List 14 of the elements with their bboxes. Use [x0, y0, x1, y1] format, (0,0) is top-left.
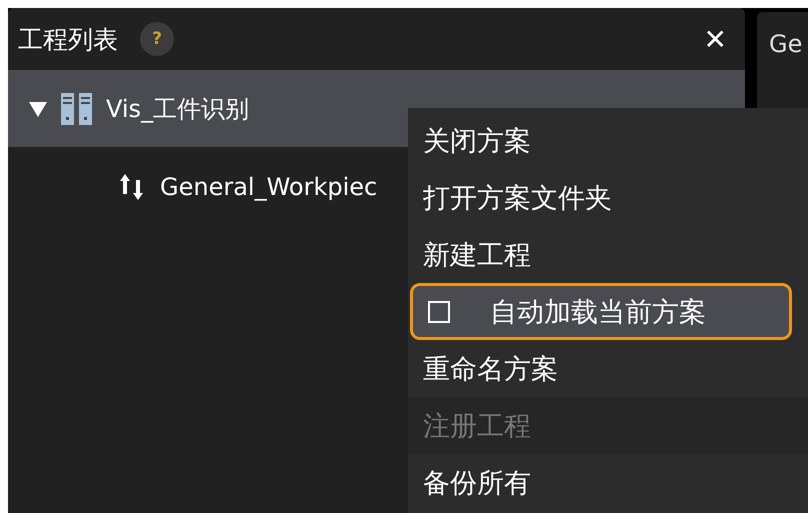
panel-tab[interactable]: Ge	[769, 30, 802, 58]
binder-icon	[60, 92, 94, 126]
menu-item[interactable]: 重命名方案	[408, 340, 808, 397]
menu-item[interactable]: 打开方案文件夹	[408, 169, 808, 226]
menu-item[interactable]: 自动加载当前方案	[410, 283, 792, 340]
project-name: General_Workpiec	[160, 173, 378, 201]
solution-name: Vis_工件识别	[106, 94, 250, 124]
close-button[interactable]: ✕	[704, 22, 727, 56]
checkbox[interactable]	[428, 300, 450, 322]
menu-item[interactable]: 新建工程	[408, 226, 808, 283]
up-down-arrows-icon	[118, 172, 146, 202]
panel-title: 工程列表	[18, 24, 118, 56]
help-button[interactable]: ?	[140, 22, 174, 56]
menu-item[interactable]: 备份所有	[408, 454, 808, 511]
